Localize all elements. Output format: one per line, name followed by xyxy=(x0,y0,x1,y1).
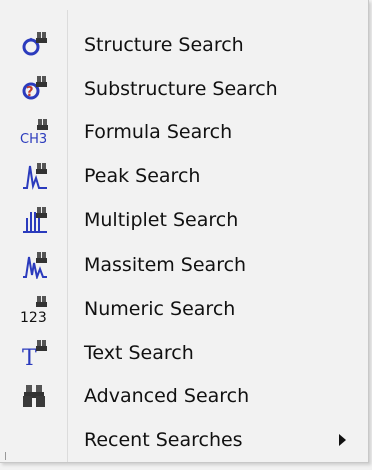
svg-text:?: ? xyxy=(26,85,34,100)
multiplet-search-icon xyxy=(20,204,50,234)
menu-item-label: Multiplet Search xyxy=(84,209,239,231)
text-icon-letter: T xyxy=(22,346,37,367)
menu-item-structure-search[interactable]: Structure Search xyxy=(6,25,362,65)
menu-item-label: Massitem Search xyxy=(84,254,247,276)
structure-search-icon xyxy=(20,29,50,59)
menu-item-label: Text Search xyxy=(84,342,194,364)
menu-item-label: Recent Searches xyxy=(84,429,243,451)
formula-search-icon: CH3 xyxy=(20,116,50,147)
menu-item-label: Numeric Search xyxy=(84,298,236,320)
binoculars-icon xyxy=(20,380,50,410)
menu-item-numeric-search[interactable]: 123 Numeric Search xyxy=(6,289,362,329)
menu-item-label: Formula Search xyxy=(84,121,233,143)
menu-item-formula-search[interactable]: CH3 Formula Search xyxy=(6,112,362,152)
menu-item-label: Advanced Search xyxy=(84,385,250,407)
substructure-search-icon: ? xyxy=(20,73,50,103)
menu-item-advanced-search[interactable]: Advanced Search xyxy=(6,376,362,416)
menu-item-label: Structure Search xyxy=(84,34,244,56)
text-search-icon: T xyxy=(20,337,50,371)
peak-search-icon xyxy=(20,160,50,190)
submenu-arrow-icon xyxy=(339,434,346,446)
menu-item-multiplet-search[interactable]: Multiplet Search xyxy=(6,200,362,240)
menu-item-recent-searches[interactable]: Recent Searches xyxy=(6,420,362,460)
numeric-icon-text: 123 xyxy=(20,310,47,323)
menu-item-label: Peak Search xyxy=(84,165,201,187)
search-context-menu: Structure Search ? Substructure Search C… xyxy=(0,0,369,463)
numeric-search-icon: 123 xyxy=(20,293,50,326)
edge-tick xyxy=(5,452,6,460)
formula-icon-text: CH3 xyxy=(20,132,47,146)
menu-item-text-search[interactable]: T Text Search xyxy=(6,333,362,373)
menu-item-label: Substructure Search xyxy=(84,78,278,100)
menu-item-substructure-search[interactable]: ? Substructure Search xyxy=(6,69,362,109)
massitem-search-icon xyxy=(20,249,50,281)
menu-item-massitem-search[interactable]: Massitem Search xyxy=(6,245,362,285)
menu-item-peak-search[interactable]: Peak Search xyxy=(6,156,362,196)
